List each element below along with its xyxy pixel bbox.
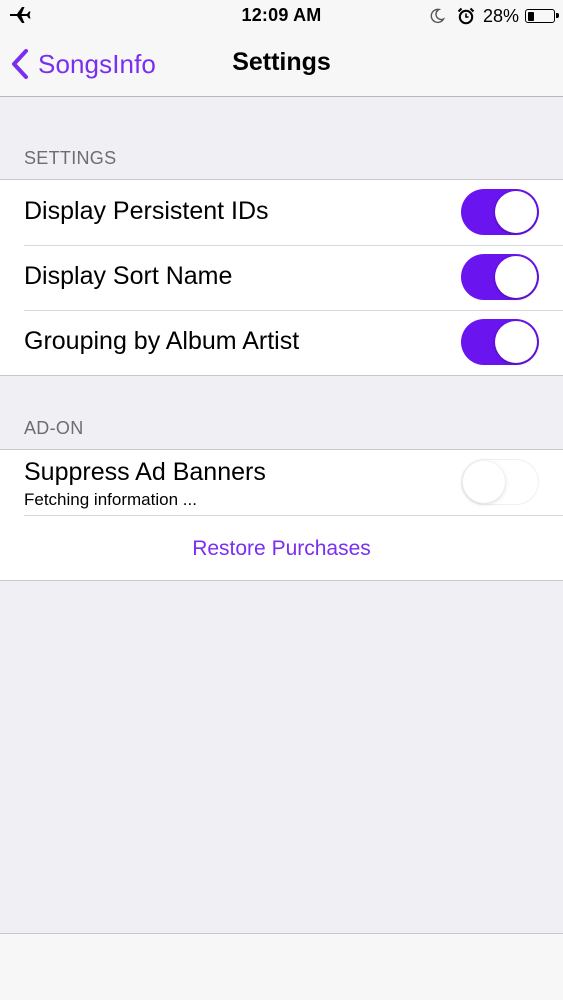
row-label: Suppress Ad Banners: [24, 458, 266, 486]
toggle-suppress-ad-banners[interactable]: [461, 459, 539, 505]
toggle-knob: [463, 461, 505, 503]
toggle-grouping-by-album-artist[interactable]: [461, 319, 539, 365]
settings-group: Display Persistent IDs Display Sort Name…: [0, 179, 563, 376]
row-label: Grouping by Album Artist: [24, 327, 300, 355]
page-title: Settings: [232, 48, 331, 76]
toggle-display-persistent-ids[interactable]: [461, 189, 539, 235]
bottom-toolbar: [0, 933, 563, 1000]
toggle-knob: [495, 321, 537, 363]
section-header-settings: SETTINGS: [24, 148, 117, 168]
row-suppress-ad-banners: Suppress Ad Banners Fetching information…: [0, 450, 563, 515]
row-display-sort-name: Display Sort Name: [0, 245, 563, 310]
navigation-bar: SongsInfo Settings: [0, 32, 563, 96]
battery-nub: [556, 13, 559, 18]
section-header-ad-on: AD-ON: [24, 418, 84, 438]
battery-fill: [527, 11, 534, 21]
battery-percent: 28%: [482, 5, 519, 26]
alarm-icon: [457, 7, 475, 25]
ad-on-group: Suppress Ad Banners Fetching information…: [0, 449, 563, 581]
status-bar: 12:09 AM 28%: [0, 0, 563, 32]
status-right: 28%: [429, 4, 559, 28]
row-grouping-by-album-artist: Grouping by Album Artist: [0, 310, 563, 375]
moon-icon: [430, 8, 445, 24]
restore-purchases-button[interactable]: Restore Purchases: [0, 537, 563, 561]
toggle-knob: [495, 256, 537, 298]
top-bar: 12:09 AM 28% SongsInfo Settings: [0, 0, 563, 97]
row-display-persistent-ids: Display Persistent IDs: [0, 180, 563, 245]
row-label: Display Persistent IDs: [24, 197, 269, 225]
toggle-knob: [495, 191, 537, 233]
row-label: Display Sort Name: [24, 262, 233, 290]
row-sublabel: Fetching information ...: [24, 490, 197, 509]
battery-icon: [525, 9, 559, 23]
toggle-display-sort-name[interactable]: [461, 254, 539, 300]
row-restore-purchases: Restore Purchases: [0, 515, 563, 580]
